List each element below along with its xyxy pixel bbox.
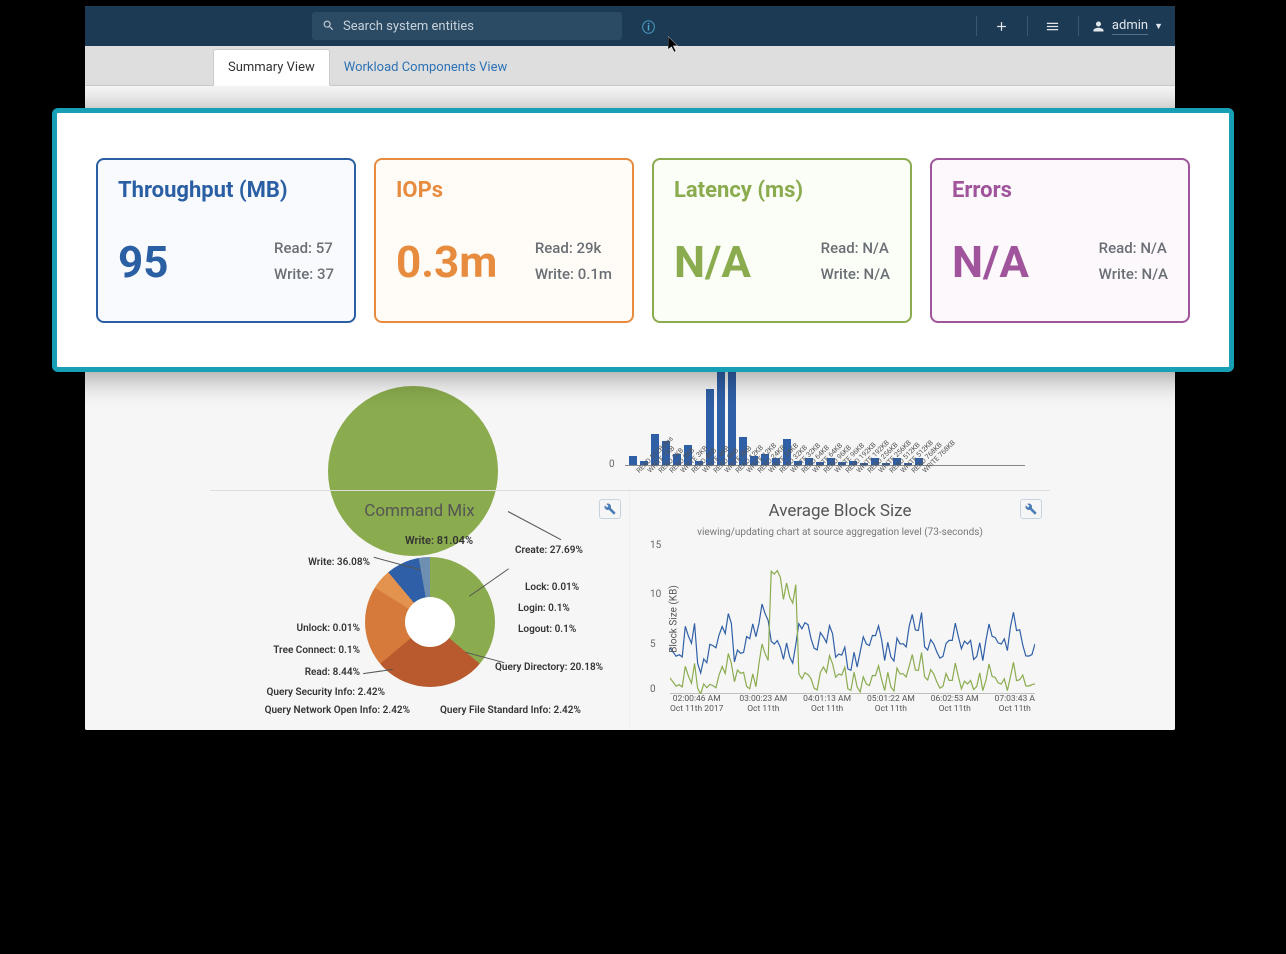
cmd-unlock-label: Unlock: 0.01%	[260, 623, 360, 634]
avg-x-tick: 03:00:23 AMOct 11th	[739, 694, 787, 714]
errors-read: Read: N/A	[1099, 236, 1168, 262]
topbar: ⓘ admin ▼	[85, 6, 1175, 46]
command-mix-panel: Command Mix Write: 36.08% Create: 27.69%…	[210, 491, 630, 730]
cmd-logout-label: Logout: 0.1%	[518, 624, 576, 635]
block-y-zero: 0	[609, 459, 615, 470]
menu-button[interactable]	[1040, 19, 1066, 34]
avg-block-title: Average Block Size	[640, 501, 1040, 521]
user-icon	[1091, 19, 1106, 34]
command-mix-title: Command Mix	[220, 501, 619, 521]
search-icon	[322, 17, 335, 36]
avg-block-subtitle: viewing/updating chart at source aggrega…	[640, 527, 1040, 538]
avg-x-tick: 06:02:53 AMOct 11th	[931, 694, 979, 714]
user-menu[interactable]: admin ▼	[1091, 18, 1163, 35]
panel-settings-button[interactable]	[1020, 499, 1042, 519]
errors-value: N/A	[952, 240, 1029, 284]
avg-y-15: 15	[650, 540, 661, 551]
avg-block-size-panel: Average Block Size viewing/updating char…	[630, 491, 1050, 730]
tab-summary-view[interactable]: Summary View	[213, 49, 330, 86]
avg-y-10: 10	[650, 589, 661, 600]
cmd-qnetopen-label: Query Network Open Info: 2.42%	[240, 705, 410, 716]
throughput-title: Throughput (MB)	[118, 178, 334, 203]
block-bar	[629, 456, 637, 465]
separator	[1078, 16, 1079, 36]
cmd-lock-label: Lock: 0.01%	[525, 582, 579, 593]
metric-card-throughput: Throughput (MB) 95 Read: 57 Write: 37	[96, 158, 356, 323]
cmd-treeconn-label: Tree Connect: 0.1%	[240, 645, 360, 656]
search-container	[312, 12, 622, 40]
search-input[interactable]	[343, 19, 612, 34]
avg-y-0: 0	[650, 684, 656, 695]
command-mix-chart: Write: 36.08% Create: 27.69% Lock: 0.01%…	[220, 527, 619, 730]
metric-card-errors: Errors N/A Read: N/A Write: N/A	[930, 158, 1190, 323]
cmd-login-label: Login: 0.1%	[518, 603, 570, 614]
iops-write: Write: 0.1m	[535, 262, 612, 288]
avg-x-tick: 02:00:46 AMOct 11th 2017	[670, 694, 723, 714]
avg-x-tick: 07:03:43 AOct 11th	[995, 694, 1035, 714]
avg-block-plot: Block Size (KB) 15 10 5 0	[670, 544, 1035, 694]
tab-workload-components-view[interactable]: Workload Components View	[330, 50, 521, 85]
tabs-bar: Summary View Workload Components View	[85, 46, 1175, 86]
add-button[interactable]	[989, 19, 1015, 34]
separator	[976, 16, 977, 36]
cmd-create-label: Create: 27.69%	[515, 545, 583, 556]
errors-write: Write: N/A	[1099, 262, 1168, 288]
cmd-write-label: Write: 36.08%	[250, 557, 370, 568]
avg-block-xaxis: 02:00:46 AMOct 11th 2017 03:00:23 AMOct 1…	[670, 694, 1035, 714]
cmd-querydir-label: Query Directory: 20.18%	[495, 662, 603, 673]
metric-card-latency: Latency (ms) N/A Read: N/A Write: N/A	[652, 158, 912, 323]
avg-block-ylabel: Block Size (KB)	[668, 585, 679, 653]
iops-read: Read: 29k	[535, 236, 612, 262]
metrics-highlight: Throughput (MB) 95 Read: 57 Write: 37 IO…	[52, 108, 1234, 372]
donut-hole	[405, 597, 455, 647]
command-mix-donut	[365, 557, 495, 687]
username-label: admin	[1112, 18, 1148, 35]
throughput-read: Read: 57	[274, 236, 334, 262]
info-icon[interactable]: ⓘ	[642, 17, 655, 36]
panel-settings-button[interactable]	[599, 499, 621, 519]
caret-down-icon: ▼	[1154, 21, 1163, 32]
latency-write: Write: N/A	[821, 262, 890, 288]
throughput-write: Write: 37	[274, 262, 334, 288]
avg-y-5: 5	[650, 639, 656, 650]
iops-title: IOPs	[396, 178, 612, 203]
separator	[1027, 16, 1028, 36]
metric-card-iops: IOPs 0.3m Read: 29k Write: 0.1m	[374, 158, 634, 323]
avg-block-chart: viewing/updating chart at source aggrega…	[640, 527, 1040, 730]
latency-read: Read: N/A	[821, 236, 890, 262]
avg-block-svg	[670, 544, 1035, 694]
errors-title: Errors	[952, 178, 1168, 203]
avg-x-tick: 05:01:22 AMOct 11th	[867, 694, 915, 714]
throughput-value: 95	[118, 240, 169, 284]
latency-value: N/A	[674, 240, 751, 284]
cmd-qsec-label: Query Security Info: 2.42%	[225, 687, 385, 698]
latency-title: Latency (ms)	[674, 178, 890, 203]
cmd-qfilestd-label: Query File Standard Info: 2.42%	[440, 705, 581, 716]
lower-charts-row: Command Mix Write: 36.08% Create: 27.69%…	[210, 490, 1050, 730]
cmd-read-label: Read: 8.44%	[260, 667, 360, 678]
iops-value: 0.3m	[396, 240, 497, 284]
avg-x-tick: 04:01:13 AMOct 11th	[803, 694, 851, 714]
